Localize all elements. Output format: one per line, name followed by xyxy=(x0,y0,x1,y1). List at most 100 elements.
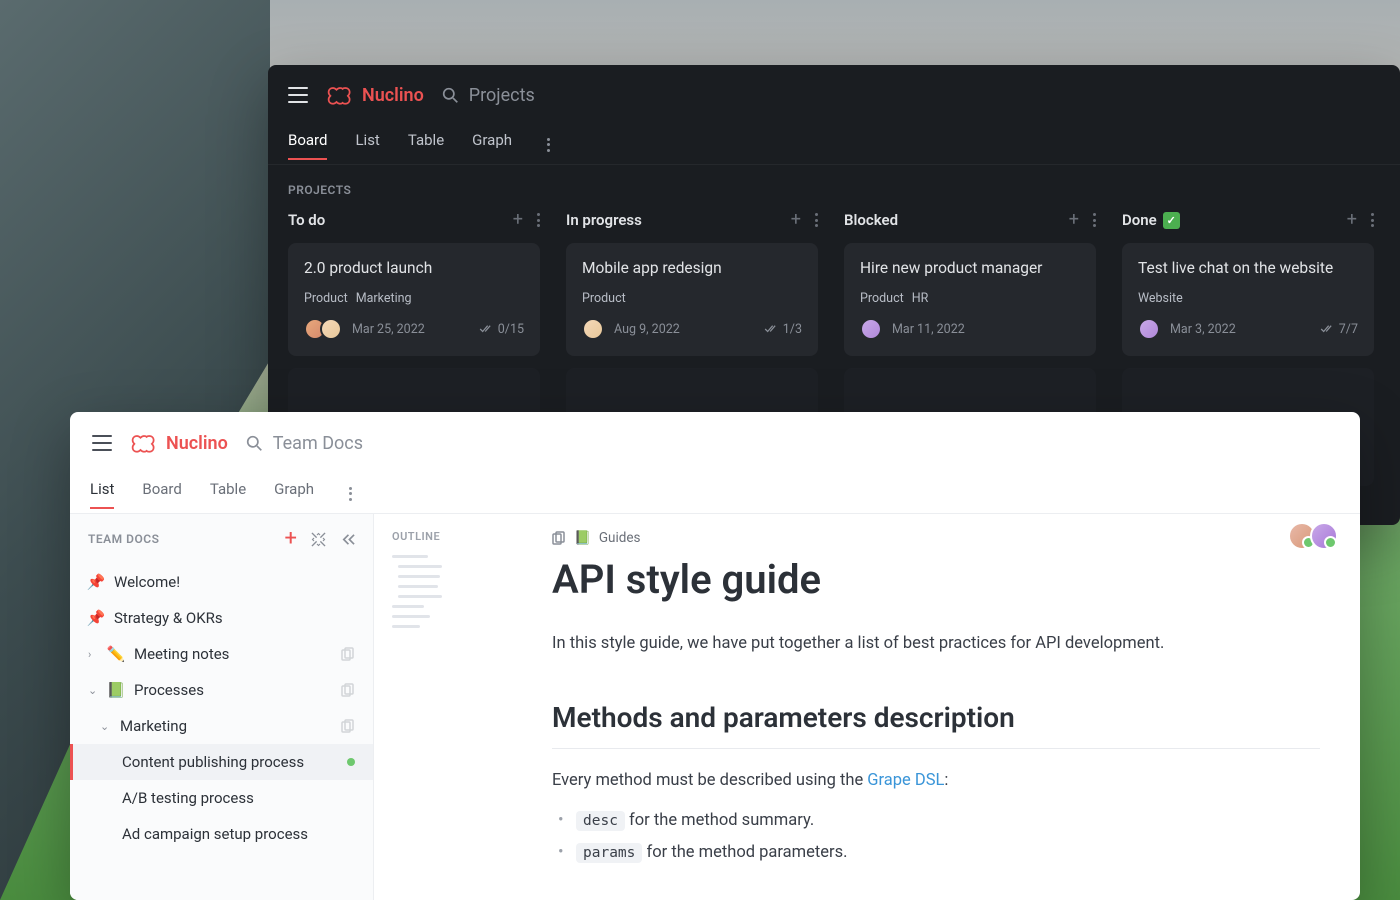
sidebar: TEAM DOCS + 📌 Welcome! 📌 Strategy & OKRs xyxy=(70,514,374,900)
book-icon: 📗 xyxy=(574,530,591,546)
add-card-icon[interactable]: + xyxy=(1347,211,1357,229)
presence-avatars[interactable] xyxy=(1294,522,1338,550)
card-date: Mar 11, 2022 xyxy=(892,322,965,337)
list-item: params for the method parameters. xyxy=(552,837,1320,868)
add-card-icon[interactable]: + xyxy=(1069,211,1079,229)
card-avatars xyxy=(860,318,882,340)
chevron-down-icon[interactable]: ⌄ xyxy=(88,684,98,697)
card-progress: 1/3 xyxy=(764,322,802,337)
tag: Product xyxy=(860,291,904,306)
tab-graph[interactable]: Graph xyxy=(472,131,512,159)
column-title: Blocked xyxy=(844,211,898,229)
doc-link[interactable]: Grape DSL xyxy=(867,771,944,790)
card-tags: Product xyxy=(582,291,802,306)
sidebar-item-marketing[interactable]: ⌄ Marketing xyxy=(70,708,373,744)
add-card-icon[interactable]: + xyxy=(513,211,523,229)
copy-icon xyxy=(552,531,566,545)
code-inline: params xyxy=(576,843,642,863)
search-icon xyxy=(246,435,263,452)
doc-paragraph: Every method must be described using the… xyxy=(552,767,1320,795)
check-icon: ✓ xyxy=(1163,212,1180,229)
app-logo[interactable]: Nuclino xyxy=(326,84,424,106)
column-menu-icon[interactable] xyxy=(1371,213,1374,227)
tab-table[interactable]: Table xyxy=(210,480,246,508)
board-card[interactable]: 2.0 product launch Product Marketing Mar… xyxy=(288,243,540,356)
sidebar-item-strategy[interactable]: 📌 Strategy & OKRs xyxy=(70,600,373,636)
search-placeholder: Team Docs xyxy=(273,433,363,454)
search-placeholder: Projects xyxy=(469,85,535,106)
column-menu-icon[interactable] xyxy=(537,213,540,227)
checklist-icon xyxy=(1320,324,1334,334)
menu-icon[interactable] xyxy=(288,87,308,103)
search-bar[interactable]: Projects xyxy=(442,85,535,106)
sidebar-item-ad-campaign[interactable]: Ad campaign setup process xyxy=(70,816,373,852)
copy-icon[interactable] xyxy=(341,683,355,697)
avatar[interactable] xyxy=(1310,522,1338,550)
copy-icon[interactable] xyxy=(341,647,355,661)
copy-icon[interactable] xyxy=(341,719,355,733)
view-tabs: List Board Table Graph xyxy=(70,474,1360,514)
card-avatars xyxy=(1138,318,1160,340)
card-avatars xyxy=(304,318,342,340)
avatar xyxy=(582,318,604,340)
code-inline: desc xyxy=(576,811,625,831)
tab-graph[interactable]: Graph xyxy=(274,480,314,508)
expand-icon[interactable] xyxy=(311,532,326,547)
add-item-icon[interactable]: + xyxy=(285,528,297,550)
search-bar[interactable]: Team Docs xyxy=(246,433,363,454)
card-progress: 0/15 xyxy=(479,322,524,337)
search-icon xyxy=(442,87,459,104)
column-title: Done ✓ xyxy=(1122,211,1180,229)
column-menu-icon[interactable] xyxy=(815,213,818,227)
sidebar-item-ab-testing[interactable]: A/B testing process xyxy=(70,780,373,816)
tag: HR xyxy=(912,291,929,306)
sidebar-title: TEAM DOCS xyxy=(88,532,159,546)
section-label: PROJECTS xyxy=(268,165,1400,207)
menu-icon[interactable] xyxy=(92,435,112,451)
column-menu-icon[interactable] xyxy=(1093,213,1096,227)
outline-minimap[interactable] xyxy=(392,555,444,628)
doc-intro: In this style guide, we have put togethe… xyxy=(552,631,1320,657)
card-title: 2.0 product launch xyxy=(304,259,524,277)
app-name: Nuclino xyxy=(362,85,424,106)
pin-icon: 📌 xyxy=(88,609,104,627)
outline-label: OUTLINE xyxy=(392,530,444,543)
breadcrumb[interactable]: 📗 Guides xyxy=(552,530,1320,546)
chevron-right-icon[interactable]: › xyxy=(88,648,98,661)
add-card-icon[interactable]: + xyxy=(791,211,801,229)
tab-list[interactable]: List xyxy=(355,131,379,159)
tab-more-icon[interactable] xyxy=(342,486,358,502)
list-item: desc for the method summary. xyxy=(552,805,1320,836)
app-logo[interactable]: Nuclino xyxy=(130,432,228,454)
doc-heading: Methods and parameters description xyxy=(552,701,1320,734)
avatar xyxy=(860,318,882,340)
tab-table[interactable]: Table xyxy=(408,131,444,159)
board-card[interactable]: Hire new product manager Product HR Mar … xyxy=(844,243,1096,356)
book-icon: 📗 xyxy=(108,681,124,699)
tab-board[interactable]: Board xyxy=(142,480,181,508)
content-area: OUTLINE 📗 Guides API style guide In this… xyxy=(374,514,1360,900)
tab-more-icon[interactable] xyxy=(540,137,556,153)
sidebar-item-meeting-notes[interactable]: › ✏️ Meeting notes xyxy=(70,636,373,672)
sidebar-item-processes[interactable]: ⌄ 📗 Processes xyxy=(70,672,373,708)
window-team-docs-light: Nuclino Team Docs List Board Table Graph… xyxy=(70,412,1360,900)
sidebar-item-content-publishing[interactable]: Content publishing process xyxy=(70,744,373,780)
tab-list[interactable]: List xyxy=(90,480,114,508)
app-name: Nuclino xyxy=(166,433,228,454)
sidebar-item-welcome[interactable]: 📌 Welcome! xyxy=(70,564,373,600)
card-title: Hire new product manager xyxy=(860,259,1080,277)
tab-board[interactable]: Board xyxy=(288,131,327,159)
pin-icon: 📌 xyxy=(88,573,104,591)
column-title: To do xyxy=(288,211,325,229)
board-card[interactable]: Mobile app redesign Product Aug 9, 2022 … xyxy=(566,243,818,356)
card-avatars xyxy=(582,318,604,340)
tag: Website xyxy=(1138,291,1183,306)
card-date: Mar 25, 2022 xyxy=(352,322,425,337)
collapse-icon[interactable] xyxy=(340,532,355,547)
board-card[interactable]: Test live chat on the website Website Ma… xyxy=(1122,243,1374,356)
breadcrumb-label: Guides xyxy=(599,530,641,546)
chevron-down-icon[interactable]: ⌄ xyxy=(100,720,110,733)
topbar: Nuclino Projects xyxy=(268,65,1400,125)
topbar: Nuclino Team Docs xyxy=(70,412,1360,474)
doc-list: desc for the method summary. params for … xyxy=(552,805,1320,868)
